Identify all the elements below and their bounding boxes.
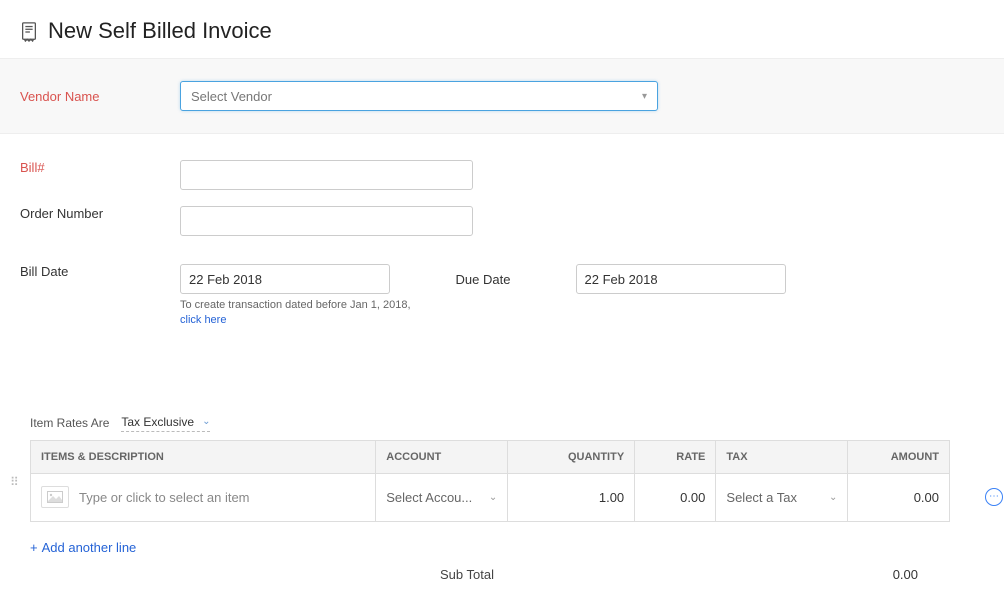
tax-select-placeholder: Select a Tax (726, 490, 797, 505)
item-rates-value: Tax Exclusive (121, 415, 194, 429)
chevron-down-icon: ⌄ (829, 492, 837, 503)
page-header: New Self Billed Invoice (0, 0, 1004, 58)
vendor-name-label: Vendor Name (20, 89, 180, 104)
th-amount: AMOUNT (848, 440, 950, 473)
bill-date-input[interactable] (180, 264, 390, 294)
item-rates-select[interactable]: Tax Exclusive ⌄ (121, 415, 210, 432)
subtotal-row: Sub Total 0.00 (0, 563, 1004, 598)
page-title: New Self Billed Invoice (48, 18, 272, 44)
bill-date-helper: To create transaction dated before Jan 1… (180, 298, 411, 329)
bill-date-label: Bill Date (20, 264, 180, 279)
td-tax[interactable]: Select a Tax ⌄ (716, 473, 848, 521)
bill-date-helper-text: To create transaction dated before Jan 1… (180, 299, 411, 311)
bill-date-helper-link[interactable]: click here (180, 314, 226, 326)
vendor-select-placeholder: Select Vendor (191, 89, 272, 104)
chevron-down-icon: ⌄ (489, 492, 497, 503)
td-account[interactable]: Select Accou... ⌄ (376, 473, 508, 521)
items-table: ITEMS & DESCRIPTION ACCOUNT QUANTITY RAT… (30, 440, 950, 522)
item-input-placeholder: Type or click to select an item (79, 490, 250, 505)
due-date-label: Due Date (456, 272, 576, 287)
chevron-down-icon: ⌄ (202, 416, 210, 427)
subtotal-label: Sub Total (440, 567, 494, 582)
image-placeholder-icon (41, 486, 69, 508)
order-number-input[interactable] (180, 206, 473, 236)
th-quantity: QUANTITY (508, 440, 635, 473)
vendor-select[interactable]: Select Vendor ▾ (180, 81, 658, 111)
th-account: ACCOUNT (376, 440, 508, 473)
plus-icon: + (30, 540, 38, 555)
row-more-button[interactable]: ⋯ (985, 488, 1003, 506)
table-row: Type or click to select an item Select A… (31, 473, 950, 521)
th-items: ITEMS & DESCRIPTION (31, 440, 376, 473)
account-select-placeholder: Select Accou... (386, 490, 472, 505)
subtotal-value: 0.00 (893, 567, 918, 582)
chevron-down-icon: ▾ (642, 91, 647, 102)
row-actions: ⋯ × (985, 488, 1004, 506)
due-date-input[interactable] (576, 264, 786, 294)
order-number-label: Order Number (20, 206, 180, 221)
td-rate[interactable]: 0.00 (635, 473, 716, 521)
invoice-icon (20, 22, 38, 42)
vendor-section: Vendor Name Select Vendor ▾ (0, 58, 1004, 134)
add-line-button[interactable]: + Add another line (0, 522, 166, 563)
td-quantity[interactable]: 1.00 (508, 473, 635, 521)
table-header-row: ITEMS & DESCRIPTION ACCOUNT QUANTITY RAT… (31, 440, 950, 473)
bill-number-label: Bill# (20, 160, 180, 175)
td-item[interactable]: Type or click to select an item (31, 473, 376, 521)
item-rates-label: Item Rates Are (30, 416, 109, 430)
bill-number-input[interactable] (180, 160, 473, 190)
th-rate: RATE (635, 440, 716, 473)
td-amount: 0.00 (848, 473, 950, 521)
add-line-label: Add another line (42, 540, 137, 555)
th-tax: TAX (716, 440, 848, 473)
